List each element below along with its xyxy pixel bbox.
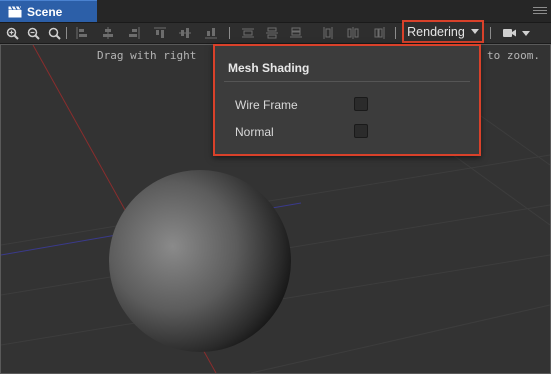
align-h-center-icon[interactable] (100, 25, 116, 41)
distribute-v-center-icon[interactable] (345, 25, 361, 41)
distribute-right-icon[interactable] (288, 25, 304, 41)
camera-icon[interactable] (500, 25, 534, 41)
toolbar-separator (229, 27, 230, 39)
distribute-bottom-icon[interactable] (372, 25, 388, 41)
toolbar-separator (66, 27, 67, 39)
normal-label: Normal (235, 125, 274, 139)
align-left-icon[interactable] (74, 25, 90, 41)
rendering-label: Rendering (407, 24, 465, 39)
distribute-top-icon[interactable] (320, 25, 336, 41)
align-right-icon[interactable] (126, 25, 142, 41)
hamburger-menu-icon[interactable] (533, 3, 547, 17)
toolbar-separator (490, 27, 491, 39)
toolbar-separator (395, 27, 396, 39)
rendering-dropdown-menu: Mesh Shading Wire Frame Normal (213, 44, 481, 156)
sphere-mesh[interactable] (109, 170, 291, 352)
viewport-hint-right: to zoom. (487, 49, 540, 62)
viewport-hint-left: Drag with right (97, 49, 197, 62)
divider (224, 81, 470, 82)
tab-scene[interactable]: Scene (0, 0, 97, 22)
zoom-in-icon[interactable] (4, 25, 20, 41)
scene-clapper-icon (8, 5, 22, 18)
distribute-left-icon[interactable] (240, 25, 256, 41)
mesh-shading-heading: Mesh Shading (228, 61, 310, 75)
chevron-down-icon (470, 29, 479, 34)
tab-label: Scene (27, 4, 63, 19)
zoom-out-icon[interactable] (25, 25, 41, 41)
rendering-dropdown-button[interactable]: Rendering (402, 20, 484, 43)
normal-checkbox[interactable] (354, 124, 368, 138)
align-v-center-icon[interactable] (177, 25, 193, 41)
align-top-icon[interactable] (152, 25, 168, 41)
align-bottom-icon[interactable] (203, 25, 219, 41)
wire-frame-checkbox[interactable] (354, 97, 368, 111)
distribute-h-center-icon[interactable] (264, 25, 280, 41)
zoom-reset-icon[interactable] (46, 25, 62, 41)
wire-frame-label: Wire Frame (235, 98, 298, 112)
